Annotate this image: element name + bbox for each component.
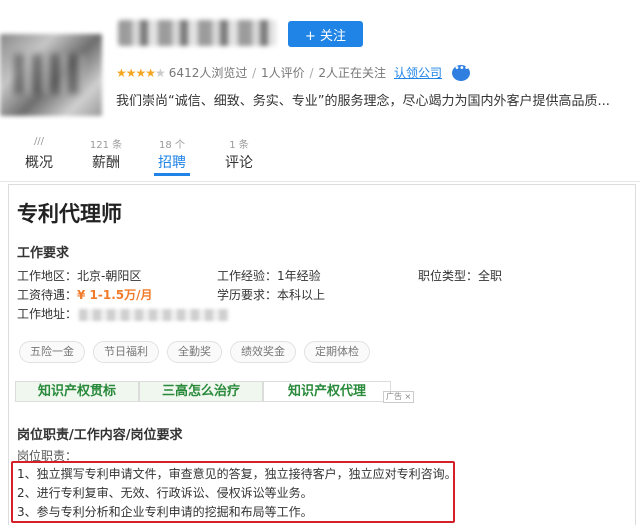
tab-salary[interactable]: 121 条 薪酬: [86, 136, 126, 172]
company-meta: ★★★★★ 6412人浏览过 / 1人评价 / 2人正在关注 认领公司: [116, 63, 470, 81]
company-name: [118, 20, 276, 46]
benefit-tag: 绩效奖金: [230, 341, 296, 363]
job-detail-panel: 专利代理师 工作要求 工作地区：北京-朝阳区 工作经验：1年经验 职位类型：全职…: [8, 184, 636, 525]
duties-heading: 岗位职责/工作内容/岗位要求: [17, 428, 183, 443]
tab-reviews[interactable]: 1 条 评论: [222, 136, 256, 172]
duty-item: 3、参与专利分析和企业专利申请的挖掘和布局等工作。: [17, 505, 313, 519]
job-area: 工作地区：北京-朝阳区: [17, 269, 142, 283]
ad-link[interactable]: 三高怎么治疗: [139, 381, 263, 402]
job-education: 学历要求：本科以上: [217, 288, 326, 302]
chat-icon[interactable]: [451, 63, 470, 81]
rating-stars: ★★★★★: [116, 65, 166, 80]
ad-link[interactable]: 知识产权代理: [263, 381, 391, 402]
company-header: + 关注 ★★★★★ 6412人浏览过 / 1人评价 / 2人正在关注 认领公司…: [0, 0, 640, 186]
claim-company-link[interactable]: 认领公司: [394, 64, 442, 81]
address-value: [79, 308, 230, 321]
views-count: 6412人浏览过: [168, 66, 248, 80]
follow-button[interactable]: + 关注: [288, 21, 363, 47]
job-type: 职位类型：全职: [418, 269, 503, 283]
benefit-tag: 五险一金: [19, 341, 85, 363]
company-slogan: 我们崇尚“诚信、细致、务实、专业”的服务理念，尽心竭力为国内外客户提供高品质..…: [116, 94, 610, 109]
job-experience: 工作经验：1年经验: [217, 269, 321, 283]
ad-link[interactable]: 知识产权贯标: [15, 381, 139, 402]
ad-links: 知识产权贯标 三高怎么治疗 知识产权代理: [15, 381, 391, 402]
benefit-tags: 五险一金 节日福利 全勤奖 绩效奖金 定期体检: [19, 341, 370, 363]
job-address: 工作地址：: [17, 305, 230, 322]
salary-value: ¥ 1-1.5万/月: [77, 288, 153, 302]
tab-jobs[interactable]: 18 个 招聘: [154, 136, 190, 176]
benefit-tag: 节日福利: [93, 341, 159, 363]
benefit-tag: 定期体检: [304, 341, 370, 363]
duty-item: 2、进行专利复审、无效、行政诉讼、侵权诉讼等业务。: [17, 486, 313, 500]
reviews-count: 1人评价: [261, 66, 305, 80]
tab-overview[interactable]: /// 概况: [22, 136, 56, 172]
followers-count: 2人正在关注: [318, 66, 386, 80]
ad-close-badge[interactable]: 广告 ×: [383, 391, 415, 403]
tab-bar: /// 概况 121 条 薪酬 18 个 招聘 1 条 评论: [0, 136, 640, 182]
requirements-heading: 工作要求: [17, 246, 70, 261]
duty-item: 1、独立撰写专利申请文件，审查意见的答复，独立接待客户，独立应对专利咨询。: [17, 467, 457, 481]
company-logo[interactable]: [0, 34, 102, 116]
job-salary: 工资待遇：¥ 1-1.5万/月: [17, 288, 153, 302]
job-title: 专利代理师: [17, 202, 122, 226]
benefit-tag: 全勤奖: [167, 341, 222, 363]
